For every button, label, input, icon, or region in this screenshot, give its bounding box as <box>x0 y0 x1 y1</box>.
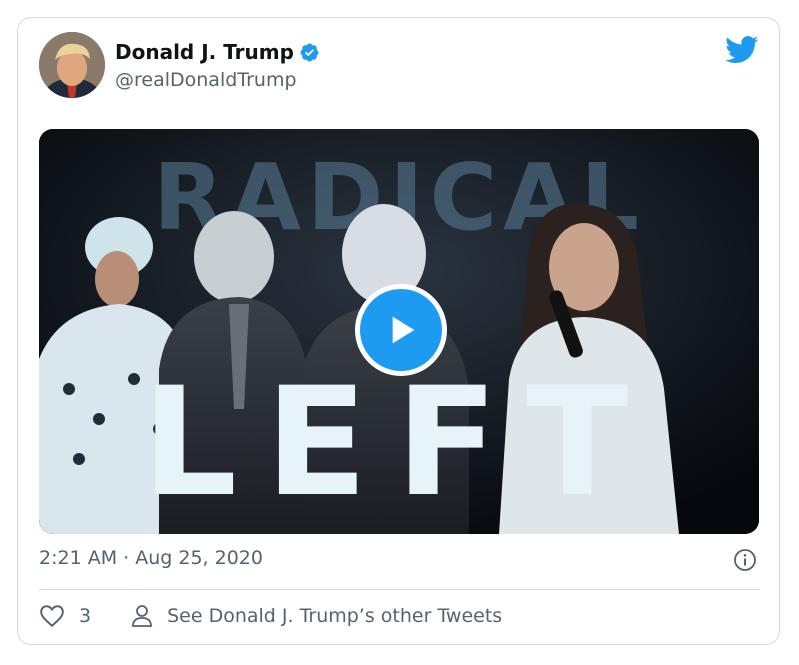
verified-badge-icon <box>300 43 319 61</box>
tweet-actions: 3 See Donald J. Trump’s other Tweets <box>39 604 502 628</box>
twitter-bird-icon[interactable] <box>725 36 759 64</box>
avatar[interactable] <box>39 32 105 98</box>
like-action[interactable]: 3 <box>39 604 131 628</box>
video-player[interactable]: RADICAL LEFT <box>39 129 759 534</box>
author-handle[interactable]: @realDonaldTrump <box>115 69 297 91</box>
avatar-image <box>39 32 105 98</box>
author-name-row[interactable]: Donald J. Trump <box>115 40 320 64</box>
info-icon[interactable] <box>733 548 757 572</box>
person-icon <box>132 605 152 627</box>
other-tweets-link[interactable]: See Donald J. Trump’s other Tweets <box>131 604 502 628</box>
author-name[interactable]: Donald J. Trump <box>115 40 294 64</box>
like-count: 3 <box>79 605 92 627</box>
tweet-timestamp[interactable]: 2:21 AM · Aug 25, 2020 <box>39 547 263 569</box>
video-headline-bottom: LEFT <box>142 356 657 530</box>
play-button[interactable] <box>355 284 447 376</box>
divider <box>39 589 759 590</box>
tweet-card: Donald J. Trump @realDonaldTrump RADICAL <box>17 17 780 645</box>
heart-icon[interactable] <box>39 604 65 628</box>
play-icon <box>392 316 415 344</box>
other-tweets-label[interactable]: See Donald J. Trump’s other Tweets <box>167 605 502 627</box>
